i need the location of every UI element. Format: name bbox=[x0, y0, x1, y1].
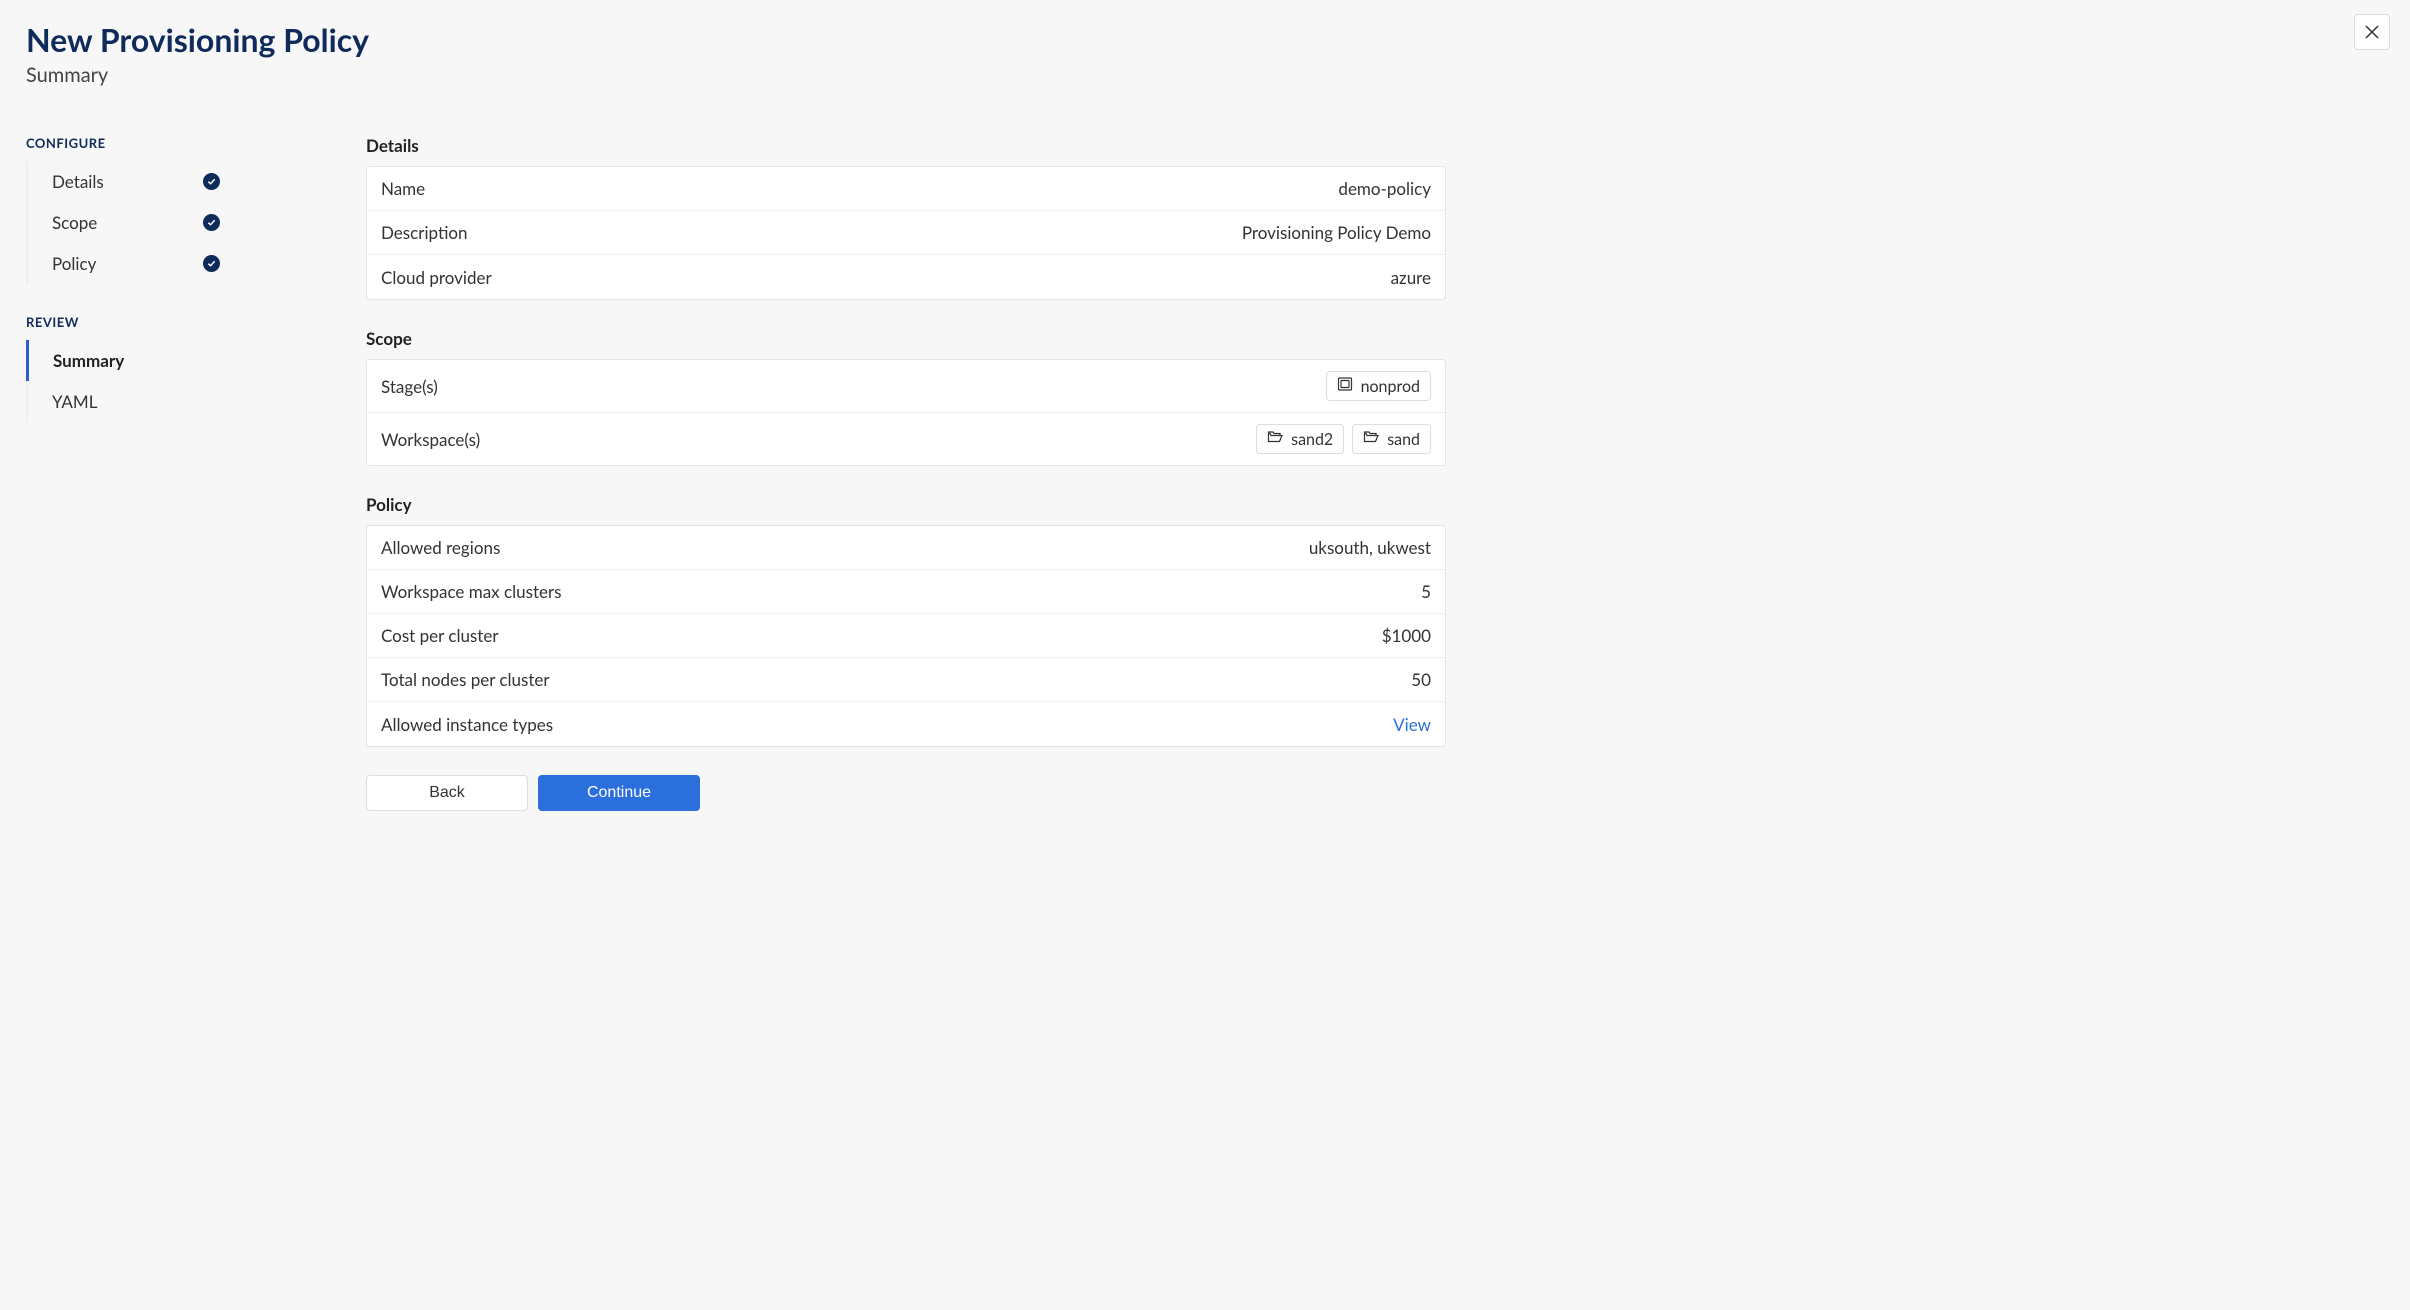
sidebar-item-label: Policy bbox=[52, 253, 96, 274]
scope-row-workspaces: Workspace(s) sand2 bbox=[367, 413, 1445, 465]
stage-chips: nonprod bbox=[1326, 371, 1431, 401]
policy-row-cost: Cost per cluster $1000 bbox=[367, 614, 1445, 658]
row-label: Cloud provider bbox=[381, 267, 492, 288]
main-content: Details Name demo-policy Description Pro… bbox=[366, 135, 1446, 811]
row-label: Allowed instance types bbox=[381, 714, 553, 735]
chip-label: sand bbox=[1387, 430, 1420, 449]
check-icon bbox=[203, 214, 220, 231]
folder-open-icon bbox=[1363, 429, 1379, 449]
workspace-chip: sand2 bbox=[1256, 424, 1344, 454]
scope-heading: Scope bbox=[366, 328, 1446, 349]
footer-buttons: Back Continue bbox=[366, 775, 1446, 811]
row-value: Provisioning Policy Demo bbox=[1242, 222, 1431, 243]
sidebar-item-yaml[interactable]: YAML bbox=[26, 381, 226, 422]
sidebar-item-label: Details bbox=[52, 171, 104, 192]
check-icon bbox=[203, 173, 220, 190]
workspace-chip: sand bbox=[1352, 424, 1431, 454]
scope-row-stages: Stage(s) nonprod bbox=[367, 360, 1445, 413]
details-row-name: Name demo-policy bbox=[367, 167, 1445, 211]
sidebar-item-label: Summary bbox=[53, 350, 124, 371]
row-label: Allowed regions bbox=[381, 537, 500, 558]
policy-card: Allowed regions uksouth, ukwest Workspac… bbox=[366, 525, 1446, 747]
policy-heading: Policy bbox=[366, 494, 1446, 515]
row-value: 5 bbox=[1421, 581, 1431, 602]
configure-group-label: CONFIGURE bbox=[26, 135, 306, 151]
page-subtitle: Summary bbox=[26, 63, 2384, 87]
details-heading: Details bbox=[366, 135, 1446, 156]
sidebar-item-policy[interactable]: Policy bbox=[26, 243, 226, 284]
details-card: Name demo-policy Description Provisionin… bbox=[366, 166, 1446, 300]
chip-label: nonprod bbox=[1361, 377, 1420, 396]
sidebar-item-label: Scope bbox=[52, 212, 97, 233]
policy-row-nodes: Total nodes per cluster 50 bbox=[367, 658, 1445, 702]
policy-row-instance-types: Allowed instance types View bbox=[367, 702, 1445, 746]
row-label: Stage(s) bbox=[381, 376, 438, 397]
row-value: azure bbox=[1391, 267, 1431, 288]
scope-card: Stage(s) nonprod Workspace(s) bbox=[366, 359, 1446, 466]
sidebar: CONFIGURE Details Scope bbox=[26, 135, 306, 811]
row-value: 50 bbox=[1411, 669, 1431, 690]
details-row-cloud: Cloud provider azure bbox=[367, 255, 1445, 299]
sidebar-item-details[interactable]: Details bbox=[26, 161, 226, 202]
review-group-label: REVIEW bbox=[26, 314, 306, 330]
details-row-description: Description Provisioning Policy Demo bbox=[367, 211, 1445, 255]
folder-open-icon bbox=[1267, 429, 1283, 449]
policy-row-max-clusters: Workspace max clusters 5 bbox=[367, 570, 1445, 614]
row-label: Total nodes per cluster bbox=[381, 669, 550, 690]
check-icon bbox=[203, 255, 220, 272]
policy-row-regions: Allowed regions uksouth, ukwest bbox=[367, 526, 1445, 570]
row-label: Description bbox=[381, 222, 468, 243]
sidebar-item-scope[interactable]: Scope bbox=[26, 202, 226, 243]
row-label: Workspace(s) bbox=[381, 429, 480, 450]
row-label: Name bbox=[381, 178, 425, 199]
sidebar-item-summary[interactable]: Summary bbox=[26, 340, 226, 381]
row-value: uksouth, ukwest bbox=[1309, 537, 1431, 558]
workspace-chips: sand2 sand bbox=[1256, 424, 1431, 454]
back-button[interactable]: Back bbox=[366, 775, 528, 811]
continue-button[interactable]: Continue bbox=[538, 775, 700, 811]
row-value: $1000 bbox=[1382, 625, 1431, 646]
chip-label: sand2 bbox=[1291, 430, 1333, 449]
stage-chip: nonprod bbox=[1326, 371, 1431, 401]
view-link[interactable]: View bbox=[1393, 714, 1431, 735]
row-label: Cost per cluster bbox=[381, 625, 499, 646]
page-title: New Provisioning Policy bbox=[26, 20, 2384, 59]
close-button[interactable] bbox=[2354, 14, 2390, 50]
row-value: demo-policy bbox=[1338, 178, 1431, 199]
close-icon bbox=[2365, 22, 2379, 43]
sidebar-item-label: YAML bbox=[52, 391, 97, 412]
row-label: Workspace max clusters bbox=[381, 581, 561, 602]
stage-icon bbox=[1337, 376, 1353, 396]
